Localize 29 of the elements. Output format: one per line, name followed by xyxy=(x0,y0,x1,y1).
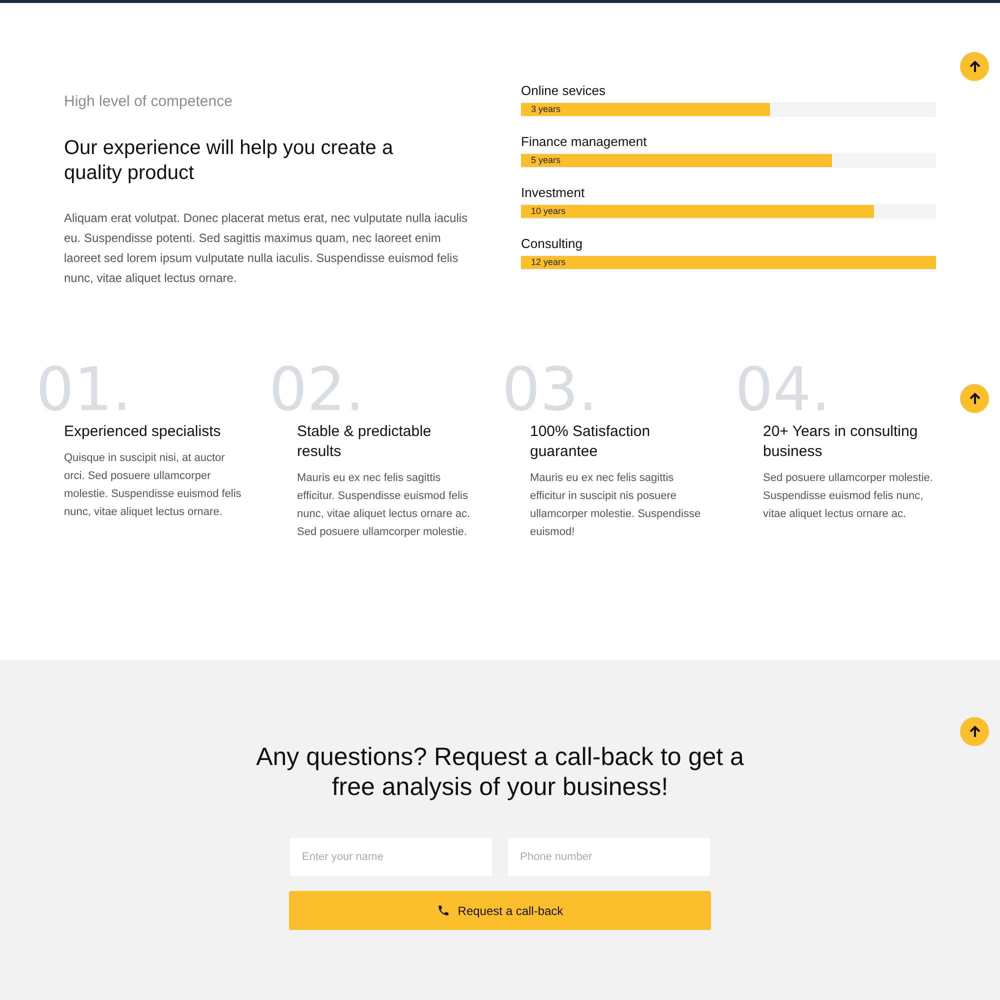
feature-text: Mauris eu ex nec felis sagittis efficitur in suscipit nis posuere ullamcorper molestie. Suspendisse euismod! xyxy=(530,470,702,540)
skill-label: Online sevices xyxy=(521,83,607,99)
scroll-top-button[interactable] xyxy=(960,52,989,81)
feature-text: Sed posuere ullamcorper molestie. Suspendisse euismod felis nunc, vitae aliquet lectus ornare ac. xyxy=(763,470,934,522)
feature-text: Quisque in suscipit nisi, at auctor orci. Sed posuere ullamcorper molestie. Suspendisse euismod felis nunc, vitae aliquet lectus ornare. xyxy=(64,450,242,520)
callback-button[interactable]: Request a call-back xyxy=(289,891,711,930)
progress-reading: 12 years xyxy=(531,256,566,269)
phone-icon xyxy=(436,904,450,917)
progress-reading: 5 years xyxy=(531,154,561,167)
progress-reading: 10 years xyxy=(531,205,566,218)
arrow-up-icon xyxy=(968,392,982,406)
arrow-up-icon xyxy=(968,60,982,74)
feature-title: 20+ Years in consulting business xyxy=(763,422,919,462)
skill-label: Consulting xyxy=(521,236,584,252)
feature-title: Stable & predictable results xyxy=(297,422,432,462)
feature-title: Experienced specialists xyxy=(64,422,222,442)
skill-label: Finance management xyxy=(521,134,648,150)
eyebrow-text: High level of competence xyxy=(64,92,234,112)
input-field[interactable]: Enter your name xyxy=(290,838,492,876)
scroll-top-button[interactable] xyxy=(960,384,989,413)
feature-title: 100% Satisfaction guarantee xyxy=(530,422,652,462)
progress-reading: 3 years xyxy=(531,103,561,116)
callback-heading: Any questions? Request a call-back to get a free analysis of your business! xyxy=(255,742,745,802)
section-heading: Our experience will help you create a quality product xyxy=(64,136,394,186)
feature-text: Mauris eu ex nec felis sagittis efficitur. Suspendisse euismod felis nunc, vitae aliquet lectus ornare ac. Sed posuere ullamcorper molestie. xyxy=(297,470,472,540)
intro-paragraph: Aliquam erat volutpat. Donec placerat metus erat, nec vulputate nulla iaculis eu. Suspendisse potenti. Sed sagittis maximus quam, nec laoreet enim laoreet sed lorem ipsum vulputate nulla iaculis. Suspendisse euismod felis nunc, vitae aliquet lectus ornare. xyxy=(64,210,469,286)
input-field[interactable]: Phone number xyxy=(508,838,710,876)
arrow-up-icon xyxy=(968,724,982,738)
skill-label: Investment xyxy=(521,185,586,201)
